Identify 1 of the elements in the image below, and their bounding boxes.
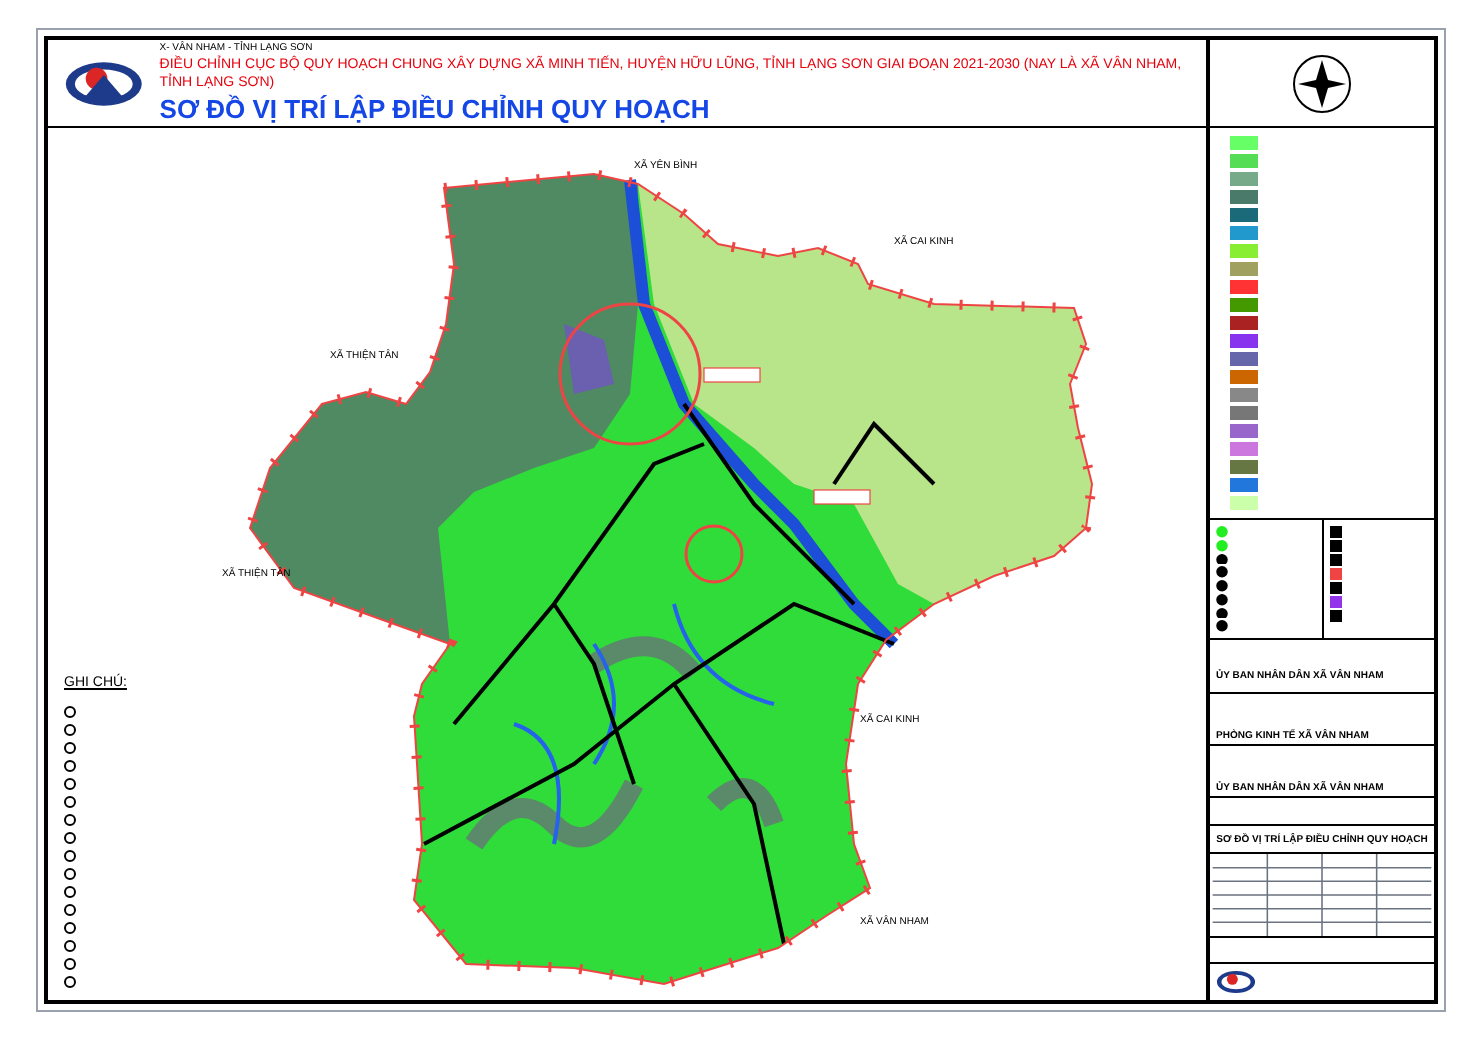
drawing-title: SƠ ĐỒ VỊ TRÍ LẬP ĐIỀU CHỈNH QUY HOẠCH xyxy=(159,91,712,125)
